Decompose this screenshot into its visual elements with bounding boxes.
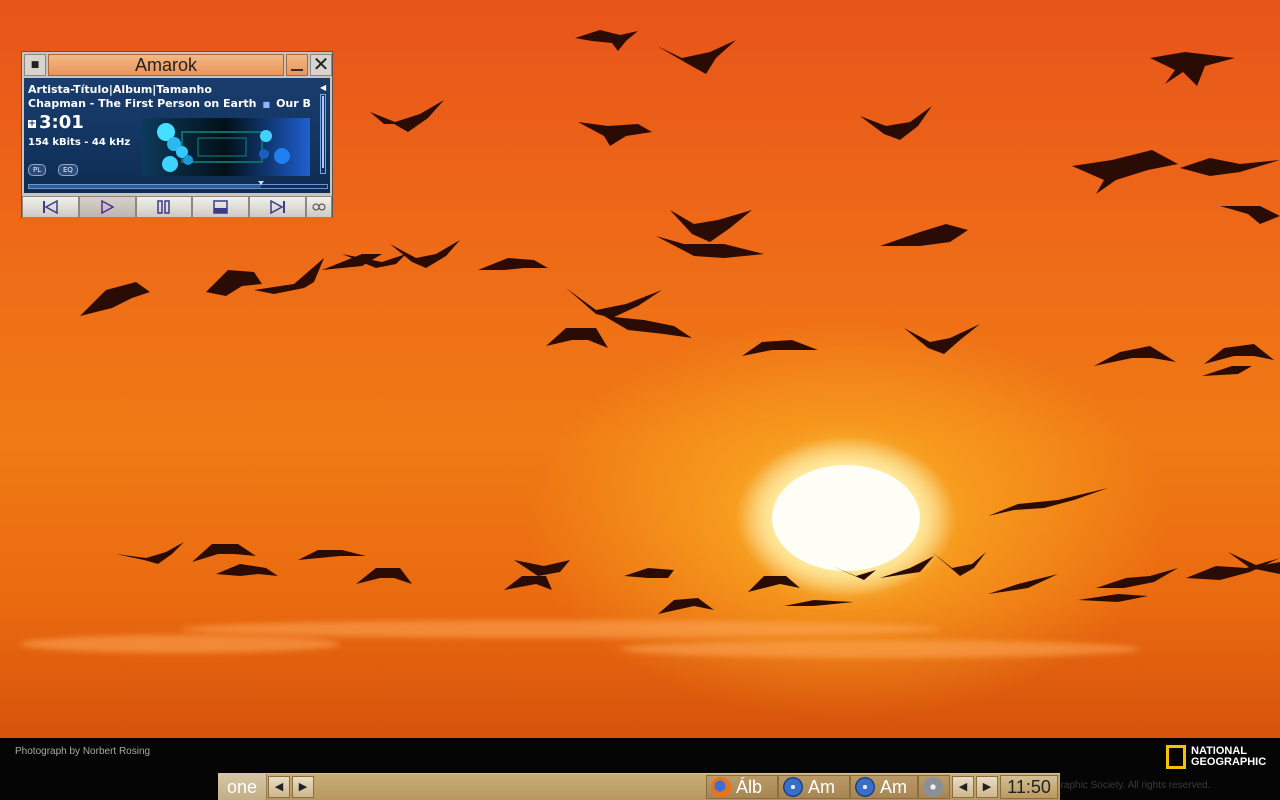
visual-analyzer[interactable] [142, 118, 310, 176]
tasks-next-arrow-icon[interactable]: ▶ [976, 776, 998, 798]
task-iconified[interactable] [918, 775, 950, 799]
task-amarok-2[interactable]: Am [850, 775, 918, 799]
window-titlebar[interactable]: ■ Amarok ✕ [22, 52, 332, 77]
playback-controls [22, 196, 332, 218]
stop-button[interactable] [192, 196, 250, 218]
visualization-button[interactable] [306, 196, 332, 218]
task-label: Am [808, 776, 835, 797]
track-title-next: Our B [276, 97, 311, 110]
equalizer-toggle-button[interactable]: EQ [58, 164, 78, 176]
minimize-icon[interactable] [286, 54, 308, 76]
previous-button[interactable] [22, 196, 79, 218]
photo-credit: Photograph by Norbert Rosing [15, 746, 151, 757]
clock[interactable]: 11:50 [1000, 775, 1058, 799]
app-icon [923, 777, 943, 797]
stop-icon [213, 200, 228, 214]
player-display: Artista-Título|Album|Tamanho ◀ Chapman -… [24, 78, 330, 193]
pause-icon [157, 200, 170, 214]
pause-button[interactable] [135, 196, 193, 218]
amarok-icon [783, 777, 803, 797]
playlist-toggle-button[interactable]: PL [28, 164, 47, 176]
desktop-next-arrow-icon[interactable]: ▶ [292, 776, 314, 798]
visualization-icon [312, 203, 326, 211]
window-title[interactable]: Amarok [48, 54, 284, 76]
brand-line-2: GEOGRAPHIC [1191, 756, 1267, 768]
now-playing-scroller: Chapman - The First Person on Earth ■ Our … [28, 97, 314, 110]
desktop-prev-arrow-icon[interactable]: ◀ [268, 776, 290, 798]
play-button[interactable] [78, 196, 136, 218]
close-icon[interactable]: ✕ [310, 54, 332, 76]
volume-slider[interactable] [320, 94, 326, 174]
skip-forward-icon [269, 200, 285, 214]
window-menu-icon[interactable]: ■ [24, 54, 46, 76]
scroll-left-icon[interactable]: ◀ [320, 83, 326, 92]
task-amarok-1[interactable]: Am [778, 775, 850, 799]
task-label: Álb [736, 776, 763, 797]
skip-back-icon [43, 200, 59, 214]
national-geographic-logo: NATIONAL GEOGRAPHIC [1166, 745, 1267, 769]
time-mode-toggle[interactable]: + [28, 120, 36, 129]
elapsed-time[interactable]: 3:01 [39, 112, 84, 133]
desktop-switcher[interactable]: one [218, 774, 267, 800]
task-firefox[interactable]: Álb [706, 775, 778, 799]
seek-progress [29, 185, 261, 188]
volume-level [322, 96, 324, 168]
bitrate-info: 154 kBits - 44 kHz [28, 137, 131, 148]
track-title: Chapman - The First Person on Earth [28, 97, 257, 110]
firefox-icon [711, 777, 731, 797]
seek-bar[interactable] [28, 181, 328, 189]
amarok-window[interactable]: ■ Amarok ✕ Artista-Título|Album|Tamanho … [21, 51, 333, 218]
task-label: Am [880, 776, 907, 797]
play-icon [101, 200, 115, 214]
tasks-prev-arrow-icon[interactable]: ◀ [952, 776, 974, 798]
amarok-icon [855, 777, 875, 797]
taskbar: one ◀ ▶ Álb Am Am ◀ ▶ 11:50 [218, 773, 1060, 800]
yellow-frame-icon [1166, 745, 1186, 769]
playlist-column-header: Artista-Título|Album|Tamanho [28, 83, 212, 96]
next-button[interactable] [249, 196, 307, 218]
separator-icon: ■ [262, 100, 271, 109]
seek-handle[interactable] [258, 181, 264, 185]
